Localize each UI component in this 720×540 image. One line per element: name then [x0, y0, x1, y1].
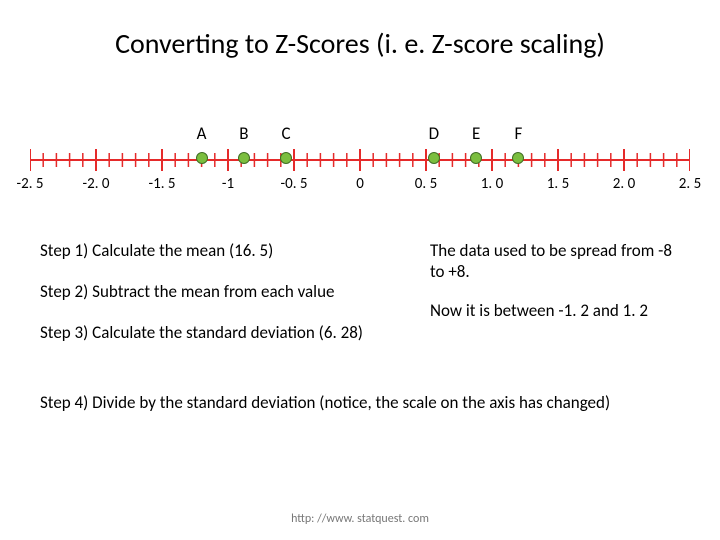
point-dot-a: [196, 152, 208, 164]
slide: Converting to Z-Scores (i. e. Z-score sc…: [0, 0, 720, 540]
footer-link: http: //www. statquest. com: [0, 512, 720, 526]
tick-label: -2. 0: [76, 175, 116, 193]
point-label-c: C: [276, 123, 296, 144]
tick-label: -0. 5: [274, 175, 314, 193]
number-line: ABCDEF -2. 5-2. 0-1. 5-1-0. 500. 51. 01.…: [30, 115, 690, 205]
point-label-d: D: [424, 123, 444, 144]
point-dot-d: [428, 152, 440, 164]
point-dot-c: [280, 152, 292, 164]
tick-label: -1. 5: [142, 175, 182, 193]
step-2: Step 2) Subtract the mean from each valu…: [40, 281, 420, 302]
tick-label: 2. 5: [670, 175, 710, 193]
step-1: Step 1) Calculate the mean (16. 5): [40, 240, 420, 261]
tick-label: 2. 0: [604, 175, 644, 193]
tick-label: -2. 5: [10, 175, 50, 193]
point-label-e: E: [466, 123, 486, 144]
notes-block: The data used to be spread from -8 to +8…: [430, 240, 690, 339]
axis-svg: [30, 145, 690, 175]
point-label-a: A: [192, 123, 212, 144]
note-1: The data used to be spread from -8 to +8…: [430, 240, 690, 282]
tick-label: -1: [208, 175, 248, 193]
steps-block: Step 1) Calculate the mean (16. 5) Step …: [40, 240, 420, 363]
note-2: Now it is between -1. 2 and 1. 2: [430, 300, 690, 321]
tick-label: 0: [340, 175, 380, 193]
page-title: Converting to Z-Scores (i. e. Z-score sc…: [0, 26, 720, 61]
point-label-b: B: [234, 123, 254, 144]
tick-label: 0. 5: [406, 175, 446, 193]
point-dot-b: [238, 152, 250, 164]
step-3: Step 3) Calculate the standard deviation…: [40, 322, 420, 343]
point-label-f: F: [508, 123, 528, 144]
tick-label: 1. 0: [472, 175, 512, 193]
step-4: Step 4) Divide by the standard deviation…: [40, 392, 680, 413]
tick-label: 1. 5: [538, 175, 578, 193]
